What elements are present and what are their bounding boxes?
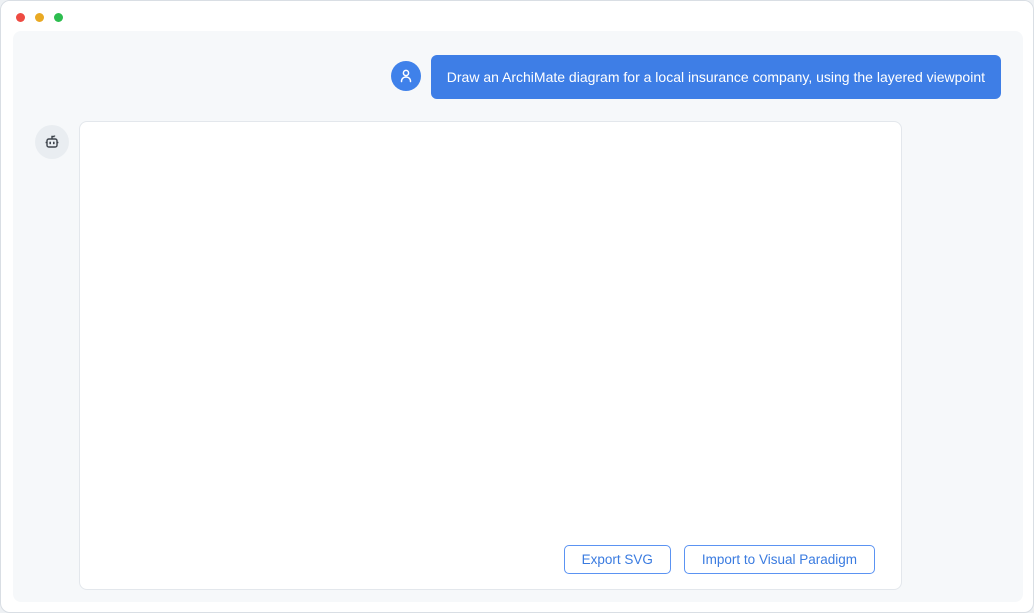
user-icon (397, 67, 415, 85)
maximize-window-button[interactable] (54, 13, 63, 22)
user-message-row: Draw an ArchiMate diagram for a local in… (391, 55, 1001, 99)
close-window-button[interactable] (16, 13, 25, 22)
user-message-bubble: Draw an ArchiMate diagram for a local in… (431, 55, 1001, 99)
chat-panel: Draw an ArchiMate diagram for a local in… (13, 31, 1023, 602)
export-svg-button[interactable]: Export SVG (564, 545, 671, 574)
diagram-card: Export SVG Import to Visual Paradigm (79, 121, 902, 590)
app-window: Draw an ArchiMate diagram for a local in… (0, 0, 1034, 613)
window-titlebar (1, 1, 1033, 31)
robot-icon (42, 132, 62, 152)
diagram-actions: Export SVG Import to Visual Paradigm (564, 545, 875, 574)
import-to-visual-paradigm-button[interactable]: Import to Visual Paradigm (684, 545, 875, 574)
minimize-window-button[interactable] (35, 13, 44, 22)
archimate-diagram (80, 122, 903, 542)
assistant-avatar (35, 125, 69, 159)
user-avatar (391, 61, 421, 91)
